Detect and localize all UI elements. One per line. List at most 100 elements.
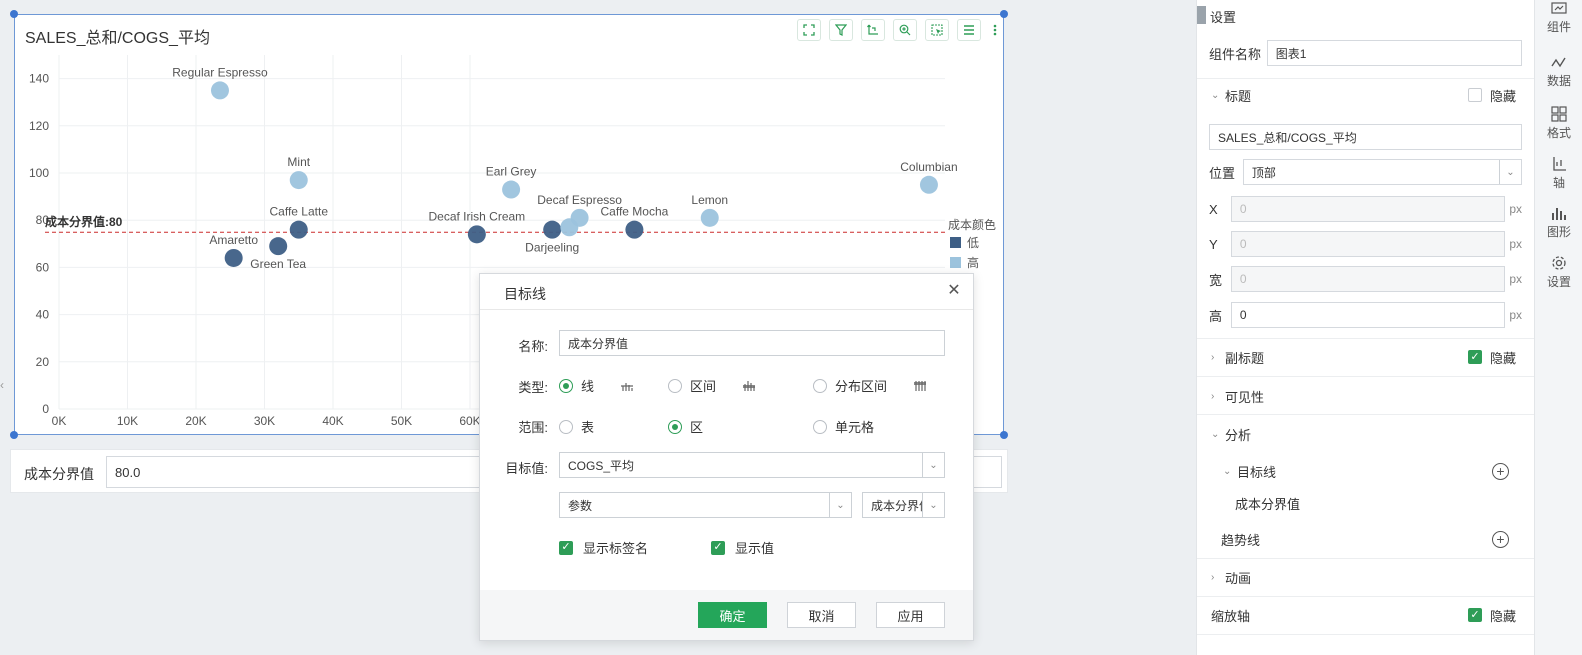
type-radio-line[interactable]: 线 [559, 376, 634, 395]
rail-format[interactable]: 格式 [1535, 106, 1582, 141]
select-icon[interactable] [925, 19, 949, 41]
width-input[interactable]: 0 [1230, 266, 1506, 292]
target-line-item-label: 成本分界值 [1235, 496, 1301, 512]
radio-dot [813, 378, 827, 393]
rail-component-label: 组件 [1546, 20, 1571, 34]
y-tick-label: 20 [36, 355, 50, 369]
target-line-dialog: 目标线 ✕ 名称: 成本分界值 类型: 线 区间 分布区间 范围: 表 区 单元… [479, 273, 974, 641]
radio-dot [559, 419, 573, 434]
target-line-section-toggle[interactable]: ⌄ 目标线 + [1223, 460, 1522, 482]
point-label: Caffe Mocha [600, 205, 668, 219]
zoom-axis-hide-checkbox[interactable]: ✓ [1467, 608, 1482, 622]
target-value-selected: COGS_平均 [568, 458, 635, 473]
zoom-in-icon[interactable] [893, 19, 917, 41]
rail-data[interactable]: 数据 [1535, 56, 1582, 89]
animation-section-label: 动画 [1225, 570, 1252, 586]
add-target-line-icon[interactable]: + [1492, 462, 1509, 480]
resize-handle-bottom-right[interactable] [1000, 431, 1008, 439]
rail-component[interactable]: 组件 [1535, 2, 1582, 35]
settings-header-title: 设置 [1210, 9, 1237, 25]
collapse-left-icon[interactable]: ‹ [0, 378, 10, 406]
swap-axis-icon[interactable] [861, 19, 885, 41]
title-hide-checkbox[interactable] [1467, 88, 1482, 102]
zoom-axis-hide-toggle[interactable]: ✓ 隐藏 [1467, 606, 1516, 625]
show-tag-name-checkbox[interactable]: ✓ [559, 540, 573, 555]
apply-button[interactable]: 应用 [876, 602, 945, 628]
x-position-input[interactable]: 0 [1230, 196, 1506, 222]
position-select[interactable]: 顶部 ⌄ [1242, 159, 1522, 185]
visibility-section-label: 可见性 [1225, 389, 1265, 405]
y-label: Y [1209, 236, 1218, 252]
x-tick-label: 40K [322, 414, 343, 428]
more-icon[interactable] [989, 19, 1001, 41]
y-tick-label: 120 [29, 119, 49, 133]
point-label: Columbian [900, 160, 957, 174]
range-radio-zone[interactable]: 区 [668, 417, 703, 436]
rail-axis[interactable]: 轴 [1535, 156, 1582, 191]
resize-handle-top-right[interactable] [1000, 10, 1008, 18]
close-icon[interactable]: ✕ [945, 282, 963, 300]
x-position-value: 0 [1239, 202, 1247, 216]
type-option-distribution: 分布区间 [835, 379, 888, 394]
rail-axis-label: 轴 [1552, 176, 1565, 190]
confirm-button[interactable]: 确定 [698, 602, 767, 628]
resize-handle-top-left[interactable] [10, 10, 18, 18]
subtitle-hide-checkbox[interactable]: ✓ [1467, 350, 1482, 364]
component-name-input[interactable]: 图表1 [1266, 40, 1522, 66]
scatter-point [560, 218, 579, 237]
range-radio-table[interactable]: 表 [559, 417, 594, 436]
target-line-item[interactable]: 成本分界值 [1235, 492, 1522, 514]
point-label: Green Tea [250, 257, 306, 271]
list-icon[interactable] [957, 19, 981, 41]
position-value: 顶部 [1251, 165, 1276, 180]
scatter-point [919, 175, 938, 194]
icon-rail: 组件 数据 格式 轴 图形 设置 [1534, 0, 1582, 655]
zoom-axis-label: 缩放轴 [1211, 608, 1251, 624]
add-trend-line-icon[interactable]: + [1492, 530, 1509, 548]
title-hide-toggle[interactable]: 隐藏 [1467, 86, 1516, 105]
line-type-icon [620, 380, 634, 392]
resize-handle-bottom-left[interactable] [10, 431, 18, 439]
type-radio-interval[interactable]: 区间 [668, 376, 756, 395]
value-source-select[interactable]: 参数 ⌄ [559, 492, 852, 518]
title-text-input[interactable]: SALES_总和/COGS_平均 [1209, 124, 1522, 150]
filter-icon[interactable] [829, 19, 853, 41]
show-value-option[interactable]: ✓ 显示值 [711, 538, 774, 557]
fullscreen-icon[interactable] [797, 19, 821, 41]
chevron-down-icon: ⌄ [1211, 428, 1220, 440]
title-section-toggle[interactable]: ⌄ 标题 隐藏 [1211, 84, 1522, 106]
analysis-section-toggle[interactable]: ⌄ 分析 [1211, 423, 1522, 445]
chart-title: SALES_总和/COGS_平均 [25, 30, 210, 47]
settings-panel: 设置 组件名称 图表1 ⌄ 标题 隐藏 SALES_总和/COGS_平均 位置 … [1196, 0, 1534, 655]
name-input-value: 成本分界值 [568, 336, 629, 351]
y-tick-label: 40 [36, 308, 50, 322]
rail-settings[interactable]: 设置 [1535, 255, 1582, 290]
cancel-button[interactable]: 取消 [787, 602, 856, 628]
settings-gear-icon [1552, 256, 1566, 270]
show-tag-name-option[interactable]: ✓ 显示标签名 [559, 538, 648, 557]
radio-dot [813, 419, 827, 434]
subtitle-hide-toggle[interactable]: ✓ 隐藏 [1467, 348, 1516, 367]
component-name-value: 图表1 [1275, 46, 1307, 61]
value-source-selected: 参数 [568, 498, 593, 513]
name-input[interactable]: 成本分界值 [559, 330, 945, 356]
scatter-point [224, 248, 243, 267]
position-label: 位置 [1209, 165, 1236, 181]
x-tick-label: 50K [391, 414, 412, 428]
show-value-checkbox[interactable]: ✓ [711, 540, 725, 555]
panel-collapse-handle[interactable] [1197, 6, 1206, 24]
scatter-point [289, 220, 308, 239]
animation-section-toggle[interactable]: › 动画 [1211, 566, 1522, 588]
y-position-value: 0 [1239, 237, 1247, 251]
range-radio-cell[interactable]: 单元格 [813, 417, 874, 436]
y-position-input[interactable]: 0 [1230, 231, 1506, 257]
subtitle-section-toggle[interactable]: › 副标题 ✓ 隐藏 [1211, 346, 1522, 368]
target-value-select[interactable]: COGS_平均 ⌄ [559, 452, 945, 478]
type-radio-distribution[interactable]: 分布区间 [813, 376, 927, 395]
height-input[interactable]: 0 [1230, 302, 1506, 328]
parameter-select[interactable]: 成本分界值 ⌄ [862, 492, 945, 518]
rail-data-label: 数据 [1546, 74, 1571, 88]
chevron-down-icon: ⌄ [1223, 465, 1232, 477]
visibility-section-toggle[interactable]: › 可见性 [1211, 385, 1522, 407]
rail-shape[interactable]: 图形 [1535, 205, 1582, 240]
